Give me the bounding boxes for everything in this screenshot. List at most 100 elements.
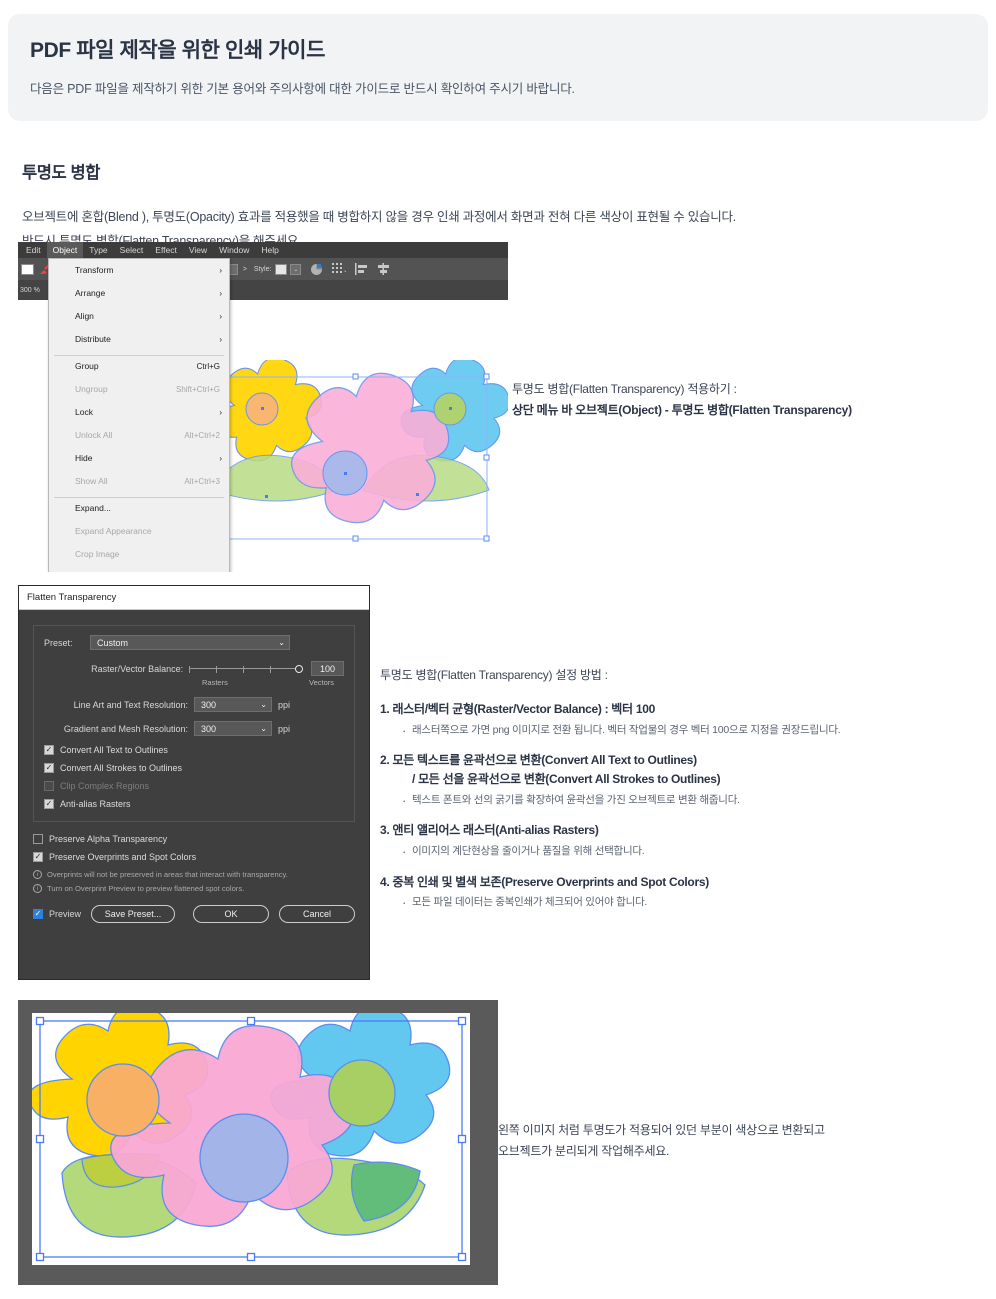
menu-item-label: Lock — [75, 407, 93, 417]
menu-item-label: Arrange — [75, 288, 106, 298]
step-number: 4. — [380, 874, 390, 889]
menubar-item-object[interactable]: Object — [46, 242, 84, 258]
transform-grid-icon[interactable]: ⌄ — [332, 263, 346, 275]
step-description: 텍스트 폰트와 선의 굵기를 확장하여 윤곽선을 가진 오브젝트로 변환 해줍니… — [402, 791, 940, 810]
ok-button[interactable]: OK — [193, 905, 270, 923]
step-title: 3. 앤티 앨리어스 래스터(Anti-alias Rasters) — [380, 821, 940, 840]
save-preset-button[interactable]: Save Preset... — [91, 905, 176, 923]
menubar-item-view[interactable]: View — [183, 242, 213, 258]
menu-item-hide[interactable]: Hide › — [49, 451, 229, 465]
dialog-note-overprint-preview: i Turn on Overprint Preview to preview f… — [33, 884, 355, 893]
balance-value-input[interactable]: 100 — [311, 661, 345, 676]
align-center-vertical-icon[interactable] — [377, 263, 390, 275]
checkbox-box[interactable]: ✓ — [44, 763, 54, 773]
ok-label: OK — [224, 909, 238, 919]
menu-item-expand-appearance: Expand Appearance — [49, 524, 229, 538]
preset-value: Custom — [97, 637, 129, 648]
step-description: 모든 파일 데이터는 중복인쇄가 체크되어 있어야 합니다. — [402, 893, 940, 912]
fill-swatch[interactable] — [21, 263, 34, 275]
checkbox-label: Convert All Strokes to Outlines — [60, 763, 183, 773]
preset-row: Preset: Custom ⌄ — [44, 635, 344, 650]
menu-item-label: Hide — [75, 453, 93, 463]
checkbox-preserve-overprints-spot-colors[interactable]: ✓ Preserve Overprints and Spot Colors — [33, 852, 355, 862]
annotation-result: 왼쪽 이미지 처럼 투명도가 적용되어 있던 부분이 색상으로 변환되고 오브젝… — [498, 1120, 825, 1162]
menu-item-arrange[interactable]: Arrange › — [49, 286, 229, 300]
menu-item-shortcut: Shift+Ctrl+G — [175, 384, 220, 394]
checkbox-preserve-alpha-transparency[interactable]: Preserve Alpha Transparency — [33, 834, 355, 844]
artwork-flowers — [32, 1013, 467, 1262]
settings-instructions: 투명도 병합(Flatten Transparency) 설정 방법 : 1. … — [380, 666, 940, 924]
slider-label-rasters: Rasters — [202, 678, 228, 687]
gradient-unit: ppi — [278, 723, 291, 734]
object-menu-dropdown[interactable]: Transform › Arrange › Align › Distribute › G… — [48, 258, 230, 572]
gradient-value: 300 — [201, 723, 217, 734]
checkbox-anti-alias-rasters[interactable]: ✓ Anti-alias Rasters — [44, 799, 344, 809]
document-setup-icon[interactable] — [310, 263, 323, 276]
menu-item-lock[interactable]: Lock › — [49, 405, 229, 419]
checkbox-label: Convert All Text to Outlines — [60, 745, 168, 755]
flattened-artwork-screenshot — [18, 1000, 498, 1285]
menu-item-label: Distribute — [75, 334, 111, 344]
menu-separator — [54, 355, 224, 356]
dialog-button-row: ✓ Preview Save Preset... OK Cancel — [33, 905, 356, 923]
checkbox-box[interactable]: ✓ — [33, 852, 43, 862]
menu-item-expand[interactable]: Expand... — [49, 501, 229, 515]
instruction-step: 2. 모든 텍스트를 윤곽선으로 변환(Convert All Text to … — [380, 751, 940, 810]
submenu-arrow-icon: › — [219, 334, 222, 344]
submenu-arrow-icon: › — [219, 407, 222, 417]
chevron-down-icon: ⌄ — [260, 724, 267, 733]
menu-item-rasterize[interactable]: Rasterize... — [49, 570, 229, 572]
checkbox-convert-strokes-to-outlines[interactable]: ✓ Convert All Strokes to Outlines — [44, 763, 344, 773]
slider-knob[interactable] — [295, 664, 304, 673]
menubar-item-window[interactable]: Window — [213, 242, 255, 258]
guide-page: PDF 파일 제작을 위한 인쇄 가이드 다음은 PDF 파일을 제작하기 위한… — [0, 0, 996, 1299]
gradient-select[interactable]: 300 ⌄ — [194, 721, 272, 736]
artwork-preview-top — [223, 360, 508, 555]
lineart-unit: ppi — [278, 699, 291, 710]
menu-item-group[interactable]: Group Ctrl+G — [49, 359, 229, 373]
menu-item-shortcut: Alt+Ctrl+2 — [184, 430, 220, 440]
note-text: Overprints will not be preserved in area… — [47, 870, 288, 879]
checkbox-box[interactable]: ✓ — [44, 745, 54, 755]
cancel-button[interactable]: Cancel — [279, 905, 356, 923]
graphic-style-dropdown[interactable]: ⌄ — [290, 263, 302, 275]
menubar-item-edit[interactable]: Edit — [20, 242, 47, 258]
step-description: 래스터쪽으로 가면 png 이미지로 전환 됩니다. 벡터 작업물의 경우 벡터… — [402, 721, 940, 740]
flatten-transparency-dialog[interactable]: Flatten Transparency Preset: Custom ⌄ Ra… — [18, 585, 370, 980]
opacity-flyout-arrow[interactable]: > — [243, 266, 247, 273]
raster-vector-slider[interactable] — [189, 662, 305, 676]
step-heading-continued: / 모든 선을 윤곽선으로 변환(Convert All Strokes to … — [412, 771, 721, 786]
dialog-preserve-group: Preserve Alpha Transparency ✓ Preserve O… — [33, 834, 355, 893]
gradient-label: Gradient and Mesh Resolution: — [63, 723, 188, 734]
preset-select[interactable]: Custom ⌄ — [90, 635, 290, 650]
checkbox-box[interactable] — [33, 834, 43, 844]
menu-item-label: Expand... — [75, 503, 111, 513]
checkbox-preview[interactable]: ✓ — [33, 909, 43, 919]
menu-item-crop-image: Crop Image — [49, 547, 229, 561]
menubar-item-help[interactable]: Help — [255, 242, 284, 258]
svg-text:⌄: ⌄ — [343, 268, 346, 274]
save-preset-label: Save Preset... — [104, 909, 162, 919]
balance-row: Raster/Vector Balance: 100 — [44, 661, 345, 676]
menubar-item-type[interactable]: Type — [83, 242, 113, 258]
align-left-icon[interactable] — [355, 263, 368, 275]
checkbox-clip-complex-regions: Clip Complex Regions — [44, 781, 344, 791]
checkbox-label: Anti-alias Rasters — [60, 799, 131, 809]
menu-item-label: Transform — [75, 265, 114, 275]
lineart-value: 300 — [201, 699, 217, 710]
menubar-item-select[interactable]: Select — [114, 242, 150, 258]
zoom-level[interactable]: 300 % — [20, 287, 40, 294]
submenu-arrow-icon: › — [219, 265, 222, 275]
menu-item-align[interactable]: Align › — [49, 309, 229, 323]
menu-item-transform[interactable]: Transform › — [49, 263, 229, 277]
annotation-line-1: 왼쪽 이미지 처럼 투명도가 적용되어 있던 부분이 색상으로 변환되고 — [498, 1123, 825, 1137]
lineart-select[interactable]: 300 ⌄ — [194, 697, 272, 712]
illustrator-menubar[interactable]: Edit Object Type Select Effect View Wind… — [18, 242, 508, 258]
checkbox-convert-text-to-outlines[interactable]: ✓ Convert All Text to Outlines — [44, 745, 344, 755]
step-heading: 중복 인쇄 및 별색 보존(Preserve Overprints and Sp… — [392, 874, 709, 889]
checkbox-box[interactable]: ✓ — [44, 799, 54, 809]
section-title: 투명도 병합 — [22, 164, 101, 182]
menubar-item-effect[interactable]: Effect — [149, 242, 183, 258]
graphic-style-swatch[interactable] — [275, 263, 288, 275]
menu-item-distribute[interactable]: Distribute › — [49, 332, 229, 346]
